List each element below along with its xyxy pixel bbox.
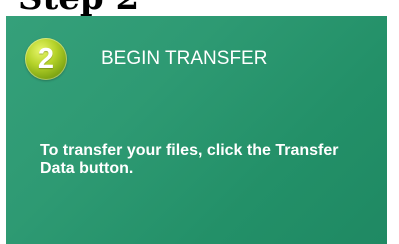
step-number: 2 [37,43,55,75]
step-badge-icon: 2 [25,38,67,80]
step-title: BEGIN TRANSFER [101,48,268,69]
header-strip: Step 2 [0,0,399,16]
step-panel: 2 BEGIN TRANSFER To transfer your files,… [6,16,387,244]
header-text: Step 2 [18,0,139,16]
instruction-text: To transfer your files, click the Transf… [40,142,339,177]
